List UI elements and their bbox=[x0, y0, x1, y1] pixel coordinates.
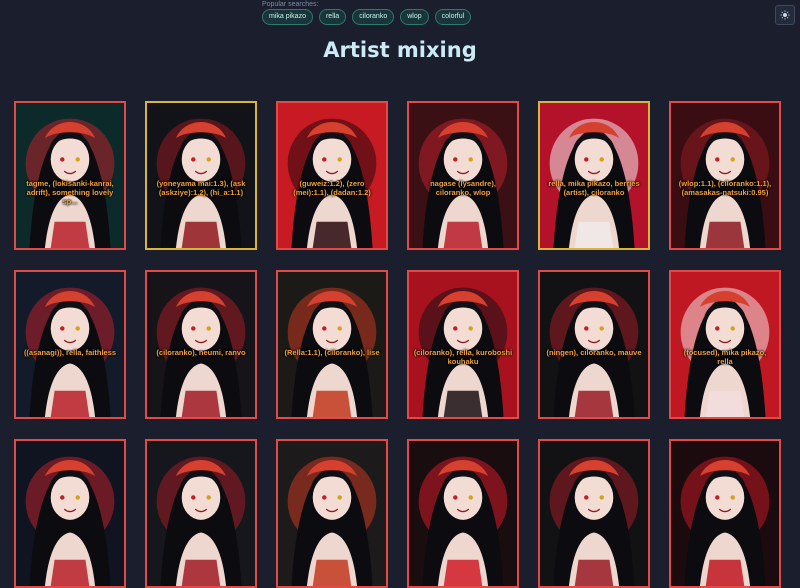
generated-image bbox=[671, 272, 779, 417]
popular-searches: Popular searches: mika pikazo rella cilo… bbox=[262, 0, 562, 25]
image-card[interactable]: rella, mika pikazo, berries (artist), ci… bbox=[538, 101, 650, 250]
image-card[interactable]: ((asanagi)), rella, faithless bbox=[14, 270, 126, 419]
image-card[interactable]: (focused), mika pikazo, rella bbox=[669, 270, 781, 419]
image-card[interactable]: tagme, (lokisanki-kanrai, adrift), somet… bbox=[14, 101, 126, 250]
chip-ciloranko[interactable]: ciloranko bbox=[352, 9, 395, 25]
image-card[interactable]: nagase (lysandre), ciloranko, wlop bbox=[407, 101, 519, 250]
image-card[interactable]: (wlop:1.1), (ciloranko:1.1), (amasakas-n… bbox=[669, 101, 781, 250]
image-card[interactable]: (ningen), ciloranko, mauve bbox=[538, 270, 650, 419]
generated-image bbox=[16, 272, 124, 417]
generated-image bbox=[409, 103, 517, 248]
generated-image bbox=[16, 103, 124, 248]
popular-searches-label: Popular searches: bbox=[262, 1, 319, 8]
generated-image bbox=[540, 272, 648, 417]
image-card[interactable] bbox=[407, 439, 519, 588]
chip-rella[interactable]: rella bbox=[318, 9, 347, 25]
chip-wlop[interactable]: wlop bbox=[400, 9, 429, 25]
theme-toggle-button[interactable] bbox=[775, 5, 795, 25]
generated-image bbox=[278, 103, 386, 248]
generated-image bbox=[278, 441, 386, 586]
generated-image bbox=[147, 441, 255, 586]
generated-image bbox=[540, 441, 648, 586]
generated-image bbox=[16, 441, 124, 586]
generated-image bbox=[671, 103, 779, 248]
image-card[interactable] bbox=[145, 439, 257, 588]
generated-image bbox=[671, 441, 779, 586]
image-grid: tagme, (lokisanki-kanrai, adrift), somet… bbox=[14, 101, 781, 588]
image-card[interactable] bbox=[669, 439, 781, 588]
image-card[interactable]: (ciloranko), neumi, ranvo bbox=[145, 270, 257, 419]
page-title: Artist mixing bbox=[323, 38, 477, 62]
image-card[interactable] bbox=[14, 439, 126, 588]
image-card[interactable]: (Rella:1.1), (ciloranko), lise bbox=[276, 270, 388, 419]
chip-colorful[interactable]: colorful bbox=[434, 9, 472, 25]
chip-mika-pikazo[interactable]: mika pikazo bbox=[262, 9, 313, 25]
image-card[interactable] bbox=[276, 439, 388, 588]
image-card[interactable]: (yoneyama mai:1.3), (ask (askziye):1.2),… bbox=[145, 101, 257, 250]
generated-image bbox=[409, 441, 517, 586]
generated-image bbox=[540, 103, 648, 248]
image-card[interactable]: (guweiz:1.2), (zero (mei):1.1), (dadan:1… bbox=[276, 101, 388, 250]
generated-image bbox=[147, 272, 255, 417]
generated-image bbox=[278, 272, 386, 417]
generated-image bbox=[147, 103, 255, 248]
image-card[interactable] bbox=[538, 439, 650, 588]
image-card[interactable]: (ciloranko), rella, kuroboshi kouhaku bbox=[407, 270, 519, 419]
chip-list: mika pikazo rella ciloranko wlop colorfu… bbox=[262, 9, 562, 25]
sun-icon bbox=[780, 10, 790, 20]
generated-image bbox=[409, 272, 517, 417]
